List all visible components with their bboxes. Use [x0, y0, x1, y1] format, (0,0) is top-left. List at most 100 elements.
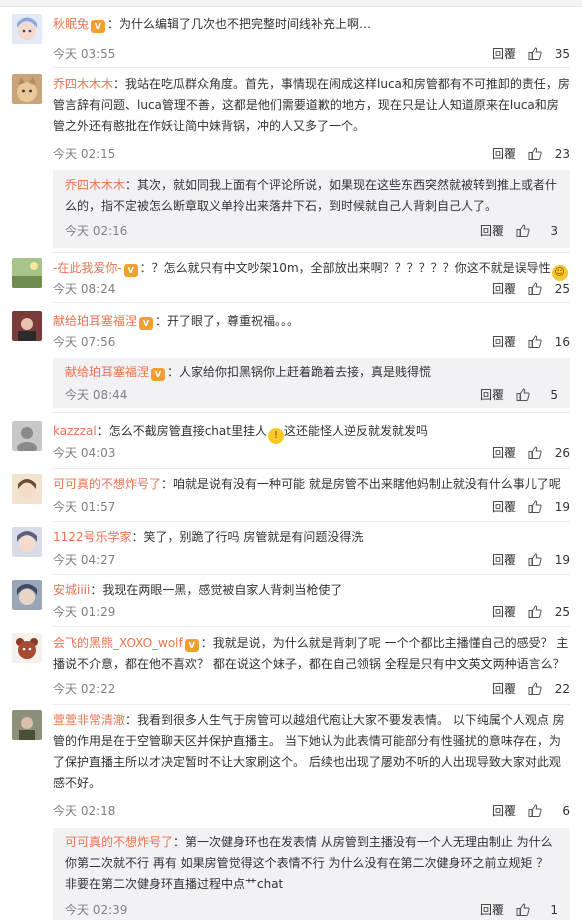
- timestamp: 今天 07:56: [53, 335, 116, 349]
- comment-meta: 今天 02:15 回覆 23: [53, 146, 570, 162]
- thumbs-up-icon: [528, 605, 542, 618]
- avatar[interactable]: [12, 421, 42, 451]
- like-button[interactable]: 5: [516, 387, 558, 403]
- like-count: 16: [554, 335, 570, 349]
- comment-item: 安城iiii：我现在两眼一黑，感觉被自家人背刺当枪使了 今天 01:29 回覆 …: [0, 580, 582, 627]
- reply-button[interactable]: 回覆: [480, 902, 504, 918]
- thumbs-up-icon: [516, 903, 530, 916]
- avatar[interactable]: [12, 258, 42, 288]
- username-link[interactable]: 可可真的不想炸号了: [65, 835, 173, 849]
- username-link[interactable]: 乔四木木木: [53, 77, 113, 91]
- username-link[interactable]: kazzzal: [53, 424, 97, 438]
- reply-button[interactable]: 回覆: [492, 681, 516, 697]
- thumbs-up-icon: [528, 446, 542, 459]
- like-button[interactable]: 25: [528, 604, 570, 620]
- avatar[interactable]: [12, 74, 42, 104]
- comment-item: 乔四木木木：我站在吃瓜群众角度。首先，事情现在闹成这样luca和房管都有不可推卸…: [0, 74, 582, 170]
- like-count: 35: [554, 47, 570, 61]
- like-button[interactable]: 25: [528, 281, 570, 297]
- username-link[interactable]: -在此我爱你-: [53, 261, 122, 275]
- reply-button[interactable]: 回覆: [492, 46, 516, 62]
- username-link[interactable]: 献给珀耳塞福涅: [53, 314, 137, 328]
- comment-item: 秋眠兔 V ：为什么编辑了几次也不把完整时间线补充上啊… 今天 03:55 回覆 3…: [0, 14, 582, 68]
- thumbs-up-icon: [528, 282, 542, 295]
- reply-button[interactable]: 回覆: [492, 499, 516, 515]
- anime-avatar-icon: [12, 580, 42, 610]
- like-button[interactable]: 22: [528, 681, 570, 697]
- divider: [53, 67, 570, 68]
- comment-text: ：为什么编辑了几次也不把完整时间线补充上啊…: [107, 17, 372, 31]
- top-divider: [0, 0, 582, 7]
- comment-meta: 今天 01:57 回覆 19: [53, 499, 570, 515]
- username-link[interactable]: 秋眠兔: [53, 17, 89, 31]
- shocked-emoji-icon: !: [267, 428, 284, 444]
- reply-button[interactable]: 回覆: [492, 552, 516, 568]
- thumbs-up-icon: [528, 47, 542, 60]
- reply-button[interactable]: 回覆: [492, 281, 516, 297]
- avatar[interactable]: [12, 710, 42, 740]
- username-link[interactable]: 安城iiii: [53, 583, 90, 597]
- like-button[interactable]: 16: [528, 334, 570, 350]
- timestamp: 今天 01:29: [53, 605, 116, 619]
- comment-text: ：我看到很多人生气于房管可以越俎代庖让大家不要发表情。 以下纯属个人观点 房管的…: [53, 713, 565, 790]
- reply-button[interactable]: 回覆: [480, 387, 504, 403]
- like-button[interactable]: 23: [528, 146, 570, 162]
- member-badge-icon: V: [151, 368, 166, 381]
- like-count: 6: [562, 804, 570, 818]
- avatar[interactable]: [12, 580, 42, 610]
- username-link[interactable]: 会飞的黑熊_XOXO_wolf: [53, 636, 183, 650]
- comment-text: ：其次，就如同我上面有个评论所说，如果现在这些东西突然就被转到推上或者什么的，指…: [65, 178, 558, 213]
- sub-reply: 乔四木木木：其次，就如同我上面有个评论所说，如果现在这些东西突然就被转到推上或者…: [53, 170, 570, 248]
- reply-button[interactable]: 回覆: [480, 223, 504, 239]
- username-link[interactable]: 1122号乐学家: [53, 530, 132, 544]
- username-link[interactable]: 乔四木木木: [65, 178, 125, 192]
- like-count: 26: [554, 446, 570, 460]
- avatar[interactable]: [12, 527, 42, 557]
- reply-button[interactable]: 回覆: [492, 146, 516, 162]
- avatar[interactable]: [12, 311, 42, 341]
- like-button[interactable]: 19: [528, 552, 570, 568]
- comment-body: 1122号乐学家：笑了，别跪了行吗 房管就是有问题没得洗: [53, 527, 570, 548]
- cat-avatar-icon: [12, 74, 42, 104]
- comment-meta: 今天 04:03 回覆 26: [53, 445, 570, 461]
- divider: [53, 521, 570, 522]
- like-button[interactable]: 35: [528, 46, 570, 62]
- like-button[interactable]: 19: [528, 499, 570, 515]
- like-count: 19: [554, 553, 570, 567]
- comment-text: ：怎么不截房管直接chat里挂人: [96, 424, 267, 438]
- timestamp: 今天 01:57: [53, 500, 116, 514]
- username-link[interactable]: 萱萱非常清澈: [53, 713, 125, 727]
- like-button[interactable]: 26: [528, 445, 570, 461]
- like-button[interactable]: 6: [528, 803, 570, 819]
- comment-text: ：开了眼了，尊重祝福。。。: [155, 314, 300, 328]
- reply-button[interactable]: 回覆: [492, 604, 516, 620]
- username-link[interactable]: 可可真的不想炸号了: [53, 477, 161, 491]
- divider: [53, 574, 570, 575]
- divider: [53, 704, 570, 705]
- timestamp: 今天 02:16: [65, 224, 128, 238]
- like-count: 25: [554, 282, 570, 296]
- like-count: 22: [554, 682, 570, 696]
- comment-body: kazzzal：怎么不截房管直接chat里挂人! 这还能怪人逆反就发就发吗: [53, 421, 570, 444]
- avatar[interactable]: [12, 633, 42, 663]
- comment-meta: 今天 04:27 回覆 19: [53, 552, 570, 568]
- comment-body: 献给珀耳塞福涅 V ：人家给你扣黑锅你上赶着跪着去接，真是贱得慌: [65, 362, 558, 383]
- like-count: 3: [550, 224, 558, 238]
- comment-item: 献给珀耳塞福涅 V ：开了眼了，尊重祝福。。。 今天 07:56 回覆 16: [0, 311, 582, 357]
- like-button[interactable]: 3: [516, 223, 558, 239]
- member-badge-icon: V: [123, 264, 138, 277]
- reply-button[interactable]: 回覆: [492, 803, 516, 819]
- photo-avatar-icon: [12, 710, 42, 740]
- reply-button[interactable]: 回覆: [492, 334, 516, 350]
- like-button[interactable]: 1: [516, 902, 558, 918]
- username-link[interactable]: 献给珀耳塞福涅: [65, 365, 149, 379]
- reply-button[interactable]: 回覆: [492, 445, 516, 461]
- anime-avatar-icon: [12, 474, 42, 504]
- avatar[interactable]: [12, 474, 42, 504]
- thumbs-up-icon: [516, 224, 530, 237]
- comment-text: ：人家给你扣黑锅你上赶着跪着去接，真是贱得慌: [167, 365, 432, 379]
- avatar[interactable]: [12, 14, 42, 44]
- divider: [53, 252, 570, 253]
- thumbs-up-icon: [528, 682, 542, 695]
- comment-body: 萱萱非常清澈：我看到很多人生气于房管可以越俎代庖让大家不要发表情。 以下纯属个人…: [53, 710, 570, 794]
